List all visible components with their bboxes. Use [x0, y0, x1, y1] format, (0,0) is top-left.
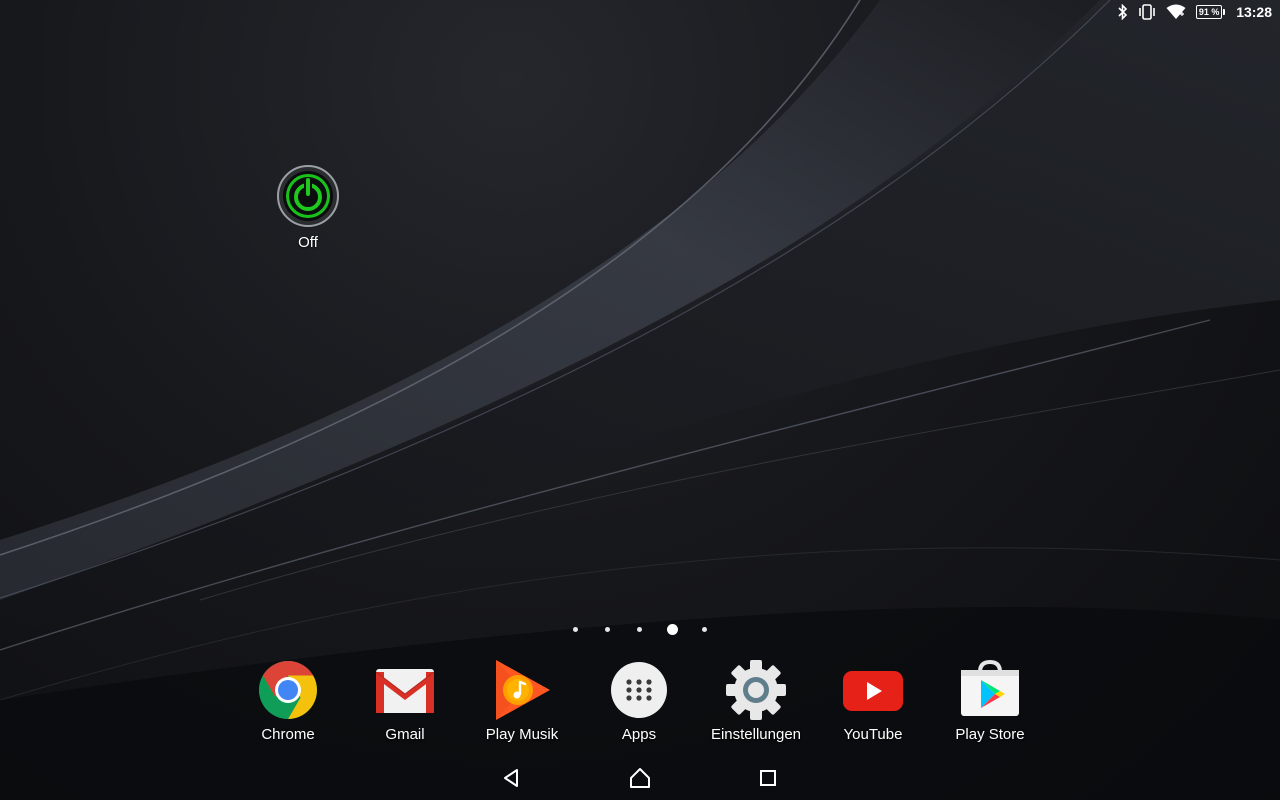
shortcut-off[interactable]: Off: [268, 164, 348, 251]
status-bar: 91 % 13:28: [0, 0, 1280, 24]
gmail-icon: [375, 669, 435, 713]
youtube-icon: [843, 671, 903, 711]
home-screen: 91 % 13:28 Off Chrome Gmail Play Musik A…: [0, 0, 1280, 800]
dock-app-label: Chrome: [261, 726, 315, 743]
dock-app-play-store[interactable]: Play Store: [935, 658, 1045, 743]
chrome-icon: [259, 661, 317, 719]
page-dot[interactable]: [702, 627, 707, 632]
home-button[interactable]: [620, 764, 660, 792]
page-indicator: [0, 621, 1280, 639]
dock-app-settings[interactable]: Einstellungen: [701, 658, 811, 743]
dock-app-youtube[interactable]: YouTube: [818, 658, 928, 743]
page-dot[interactable]: [637, 627, 642, 632]
dock-app-play-music[interactable]: Play Musik: [467, 658, 577, 743]
back-button[interactable]: [492, 764, 532, 792]
dock-app-label: Play Musik: [485, 726, 559, 743]
clock: 13:28: [1236, 4, 1272, 20]
recents-button[interactable]: [748, 764, 788, 792]
wifi-icon: [1166, 4, 1186, 20]
settings-gear-icon: [726, 660, 786, 720]
battery-icon: 91 %: [1196, 5, 1226, 19]
apps-drawer-icon: [611, 662, 667, 718]
dock-app-gmail[interactable]: Gmail: [350, 658, 460, 743]
dock-app-chrome[interactable]: Chrome: [233, 658, 343, 743]
power-icon: [277, 165, 339, 227]
recents-icon: [760, 770, 776, 786]
navigation-bar: [0, 756, 1280, 800]
bluetooth-icon: [1118, 4, 1128, 20]
dock-app-label: YouTube: [843, 726, 903, 743]
play-music-icon: [496, 660, 550, 720]
dock-app-label: Play Store: [955, 726, 1025, 743]
dock-app-label: Apps: [621, 726, 657, 743]
dock-app-label: Gmail: [385, 726, 425, 743]
play-store-icon: [961, 659, 1019, 716]
back-icon: [504, 769, 518, 787]
dock-app-label: Einstellungen: [710, 726, 802, 743]
dock: Chrome Gmail Play Musik Apps Einstellung…: [0, 658, 1280, 758]
page-dot[interactable]: [605, 627, 610, 632]
dock-app-apps[interactable]: Apps: [584, 658, 694, 743]
page-dot[interactable]: [573, 627, 578, 632]
page-dot-active[interactable]: [667, 624, 678, 635]
shortcut-label: Off: [298, 234, 318, 251]
vibrate-icon: [1138, 4, 1156, 20]
home-icon: [630, 768, 650, 788]
